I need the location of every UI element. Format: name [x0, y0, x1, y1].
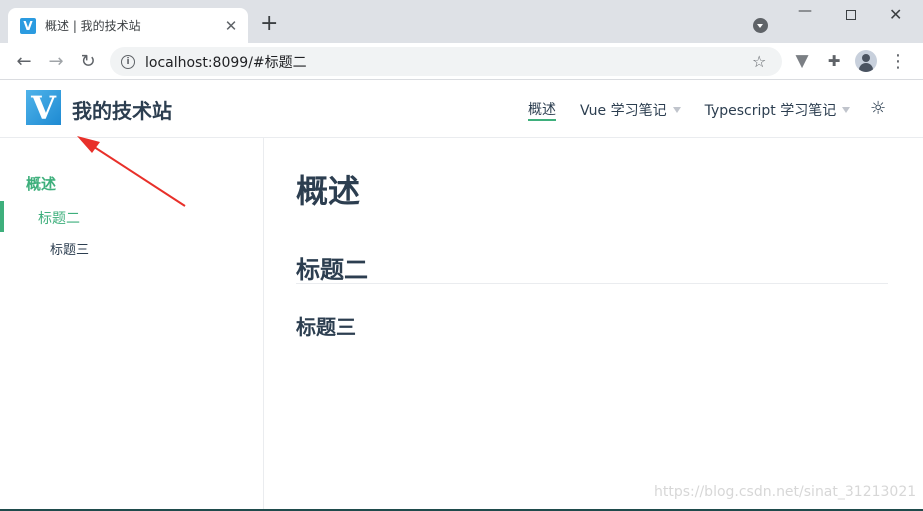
watermark: https://blog.csdn.net/sinat_31213021 — [654, 484, 917, 500]
nav-link-label: 概述 — [528, 102, 556, 118]
page-title: 概述 — [296, 172, 361, 210]
new-tab-button[interactable]: + — [260, 12, 278, 36]
section-heading-three: 标题三 — [296, 315, 356, 339]
bookmark-star-icon[interactable]: ☆ — [752, 52, 774, 71]
browser-tab[interactable]: V 概述 | 我的技术站 ✕ — [8, 8, 248, 43]
nav-dropdown-vue[interactable]: Vue 学习笔记 — [580, 99, 681, 121]
nav-link-label: Vue 学习笔记 — [580, 103, 667, 119]
browser-toolbar: ← → ↻ i localhost:8099/#标题二 ☆ ▼ ✚ ⋮ — [0, 43, 923, 80]
tab-close-icon[interactable]: ✕ — [222, 17, 240, 35]
sidebar-heading-overview[interactable]: 概述 — [26, 173, 56, 194]
site-info-icon[interactable]: i — [121, 54, 135, 69]
address-bar[interactable]: i localhost:8099/#标题二 ☆ — [110, 47, 782, 76]
sun-icon[interactable]: ☼ — [870, 98, 886, 119]
tab-strip: V 概述 | 我的技术站 ✕ + — ✕ — [0, 0, 923, 43]
chevron-down-icon — [672, 107, 681, 113]
avatar — [855, 50, 877, 72]
close-window-button[interactable]: ✕ — [889, 5, 902, 24]
tab-search-icon[interactable] — [753, 18, 768, 33]
forward-button[interactable]: → — [45, 50, 67, 72]
heading-divider — [296, 283, 888, 284]
site-navbar: V 我的技术站 概述 Vue 学习笔记 Typescript 学习笔记 ☼ — [0, 80, 923, 138]
vue-devtools-extension-icon[interactable]: ▼ — [791, 50, 813, 72]
site-title[interactable]: 我的技术站 — [72, 95, 172, 124]
url-text[interactable]: localhost:8099/#标题二 — [145, 52, 752, 72]
chevron-down-icon — [842, 107, 851, 113]
sidebar-item-heading-two[interactable]: 标题二 — [38, 208, 80, 228]
back-button[interactable]: ← — [13, 50, 35, 72]
extensions-puzzle-icon[interactable]: ✚ — [823, 50, 845, 72]
section-heading-two: 标题二 — [296, 256, 368, 284]
nav-links: 概述 Vue 学习笔记 Typescript 学习笔记 — [528, 99, 874, 121]
browser-menu-button[interactable]: ⋮ — [887, 50, 909, 72]
sidebar-item-heading-three[interactable]: 标题三 — [50, 239, 89, 258]
sidebar-active-indicator — [0, 201, 4, 232]
minimize-button[interactable]: — — [798, 3, 812, 19]
maximize-button[interactable] — [846, 10, 856, 20]
site-logo[interactable]: V — [26, 89, 61, 127]
profile-button[interactable] — [855, 50, 877, 72]
favicon-icon: V — [20, 17, 36, 34]
sidebar: 概述 标题二 标题三 — [0, 138, 264, 509]
nav-link-overview[interactable]: 概述 — [528, 99, 556, 121]
nav-dropdown-typescript[interactable]: Typescript 学习笔记 — [705, 99, 851, 121]
tab-title: 概述 | 我的技术站 — [45, 19, 141, 33]
reload-button[interactable]: ↻ — [77, 50, 99, 72]
nav-link-label: Typescript 学习笔记 — [704, 103, 837, 119]
browser-window: V 概述 | 我的技术站 ✕ + — ✕ ← → ↻ i localhost:8… — [0, 0, 923, 509]
